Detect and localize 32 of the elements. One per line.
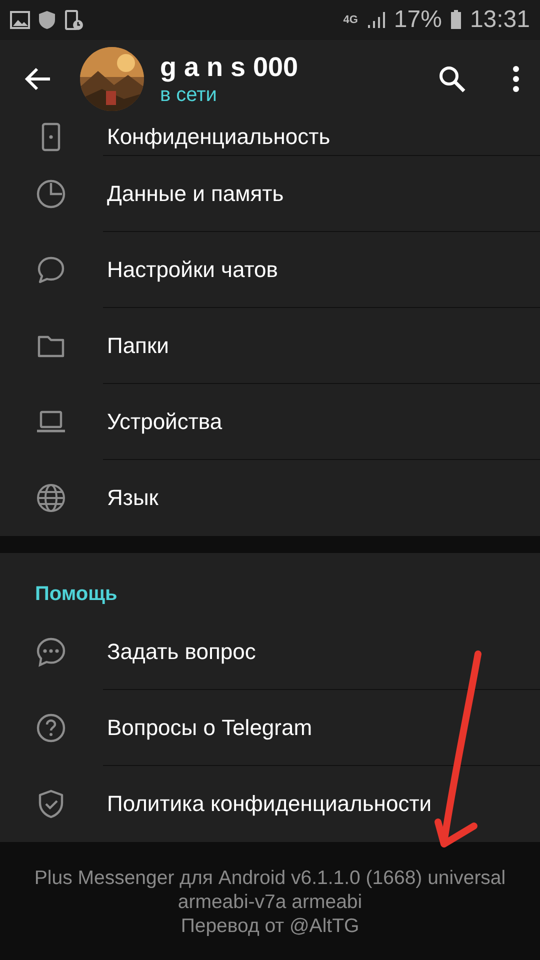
version-info: armeabi-v7a armeabi (178, 890, 362, 914)
more-icon (512, 66, 520, 92)
shield-icon (38, 10, 56, 30)
settings-item[interactable]: Язык (107, 485, 158, 511)
settings-item[interactable]: Конфиденциальность (107, 124, 330, 150)
settings-item[interactable]: Вопросы о Telegram (107, 715, 312, 741)
version-info: Перевод от @AltTG (180, 914, 360, 938)
question-icon (36, 713, 66, 743)
chat-dots-icon (36, 637, 66, 667)
settings-item[interactable]: Папки (107, 333, 169, 359)
version-info: Plus Messenger для Android v6.1.1.0 (1668) universal (34, 866, 506, 890)
online-status: в сети (160, 83, 218, 107)
section-header: Помощь (34, 582, 118, 607)
settings-item[interactable]: Политика конфиденциальности (107, 791, 432, 817)
phone-clock-icon (64, 9, 84, 31)
globe-icon (36, 483, 66, 513)
signal-icon (366, 11, 386, 29)
image-icon (10, 11, 30, 29)
clock: 13:31 (470, 6, 530, 34)
chat-title: g a n s 000 (160, 51, 300, 83)
settings-item[interactable]: Задать вопрос (107, 639, 256, 665)
battery-icon (450, 10, 462, 30)
speech-bubble-icon (36, 255, 66, 285)
settings-item[interactable]: Устройства (107, 409, 222, 435)
settings-item[interactable]: Настройки чатов (107, 257, 278, 283)
network-type: 4G (343, 14, 358, 26)
battery-percent: 17% (394, 6, 442, 34)
settings-item[interactable]: Данные и память (107, 181, 284, 207)
shield-check-icon (36, 789, 66, 819)
search-icon (438, 65, 466, 93)
back-arrow-icon[interactable] (24, 67, 52, 91)
pie-chart-icon (36, 179, 66, 209)
